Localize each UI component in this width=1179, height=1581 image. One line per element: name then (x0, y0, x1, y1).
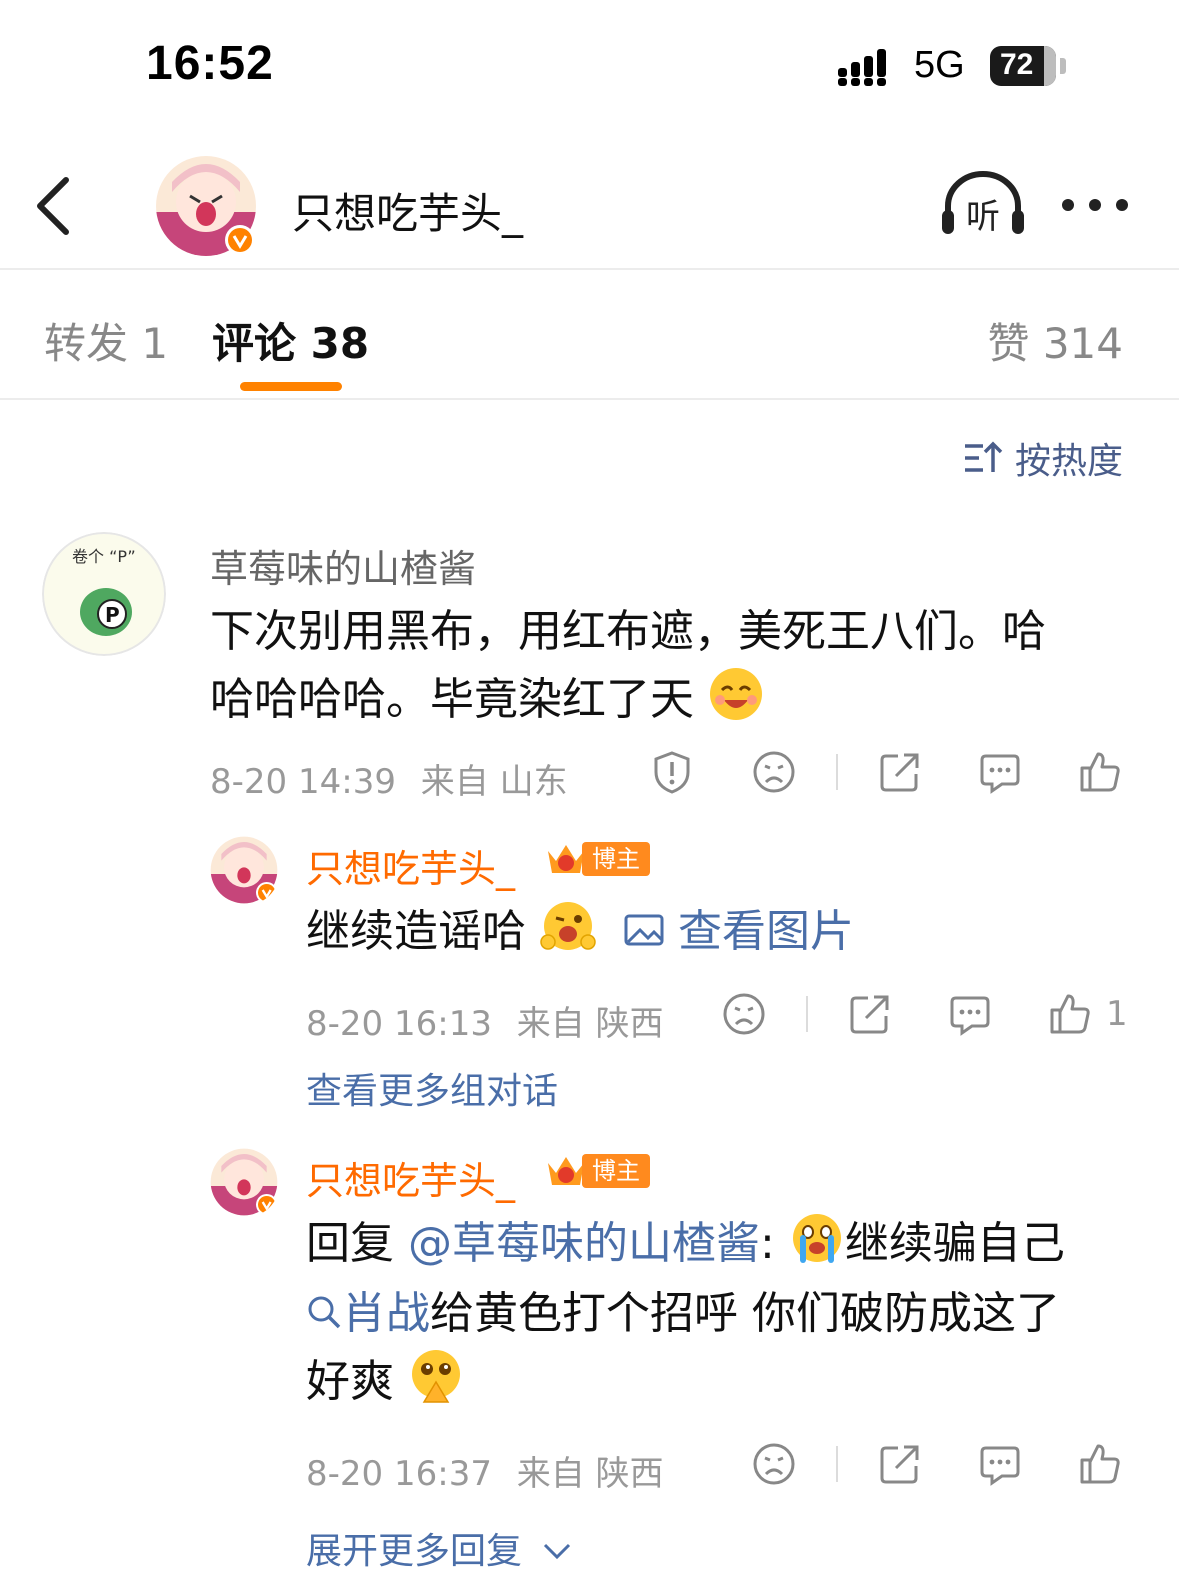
more-options-icon[interactable] (1060, 190, 1130, 220)
author-avatar[interactable] (152, 152, 260, 260)
reply-comment-icon[interactable] (978, 1442, 1022, 1486)
tab-comment[interactable]: 评论 38 (212, 310, 369, 371)
comment-text-part: 好爽 (306, 1356, 394, 1407)
reply-colon: : (760, 1218, 775, 1269)
comment-text-line: 下次别用黑布，用红布遮，美死王八们。哈 (210, 606, 1046, 657)
crying-emoji-icon (792, 1214, 841, 1263)
blogger-badge: 博主 (544, 840, 650, 878)
battery-level: 72 (1000, 48, 1034, 81)
status-bar: 16:52 5G 72 (0, 0, 1179, 120)
search-icon (308, 1296, 341, 1329)
sort-label: 按热度 (1014, 441, 1123, 482)
view-image-link[interactable]: 查看图片 (624, 906, 854, 957)
dislike-face-icon[interactable] (722, 992, 766, 1036)
comment-time: 8-20 16:37 (306, 1454, 492, 1494)
like-thumb-icon[interactable] (1078, 1442, 1122, 1486)
share-icon[interactable] (878, 750, 922, 794)
svg-text:P: P (105, 603, 120, 627)
tab-like[interactable]: 赞 314 (987, 310, 1123, 371)
grin-emoji-icon (710, 668, 762, 720)
avatar[interactable] (208, 834, 280, 906)
mention-link[interactable]: @草莓味的山楂酱 (408, 1218, 760, 1269)
comment-username[interactable]: 草莓味的山楂酱 (210, 538, 476, 593)
comment-actions (650, 750, 1122, 794)
active-tab-indicator (240, 382, 342, 391)
topic-label: 肖战 (342, 1288, 430, 1339)
divider (806, 996, 808, 1032)
author-name[interactable]: 只想吃芋头_ (292, 180, 523, 241)
listen-label: 听 (966, 197, 1000, 237)
comment-text-line: 回复 @草莓味的山楂酱: 继续骗自己 (306, 1210, 1065, 1278)
divider (836, 1446, 838, 1482)
tab-repost[interactable]: 转发 1 (44, 310, 168, 371)
dislike-face-icon[interactable] (752, 750, 796, 794)
view-more-conversation-link[interactable]: 查看更多组对话 (306, 1062, 558, 1114)
battery-tip (1060, 58, 1066, 74)
image-icon (624, 914, 664, 946)
topic-search-link[interactable]: 肖战 (306, 1288, 430, 1339)
comment-text-line: 肖战给黄色打个招呼 你们破防成这了 (306, 1280, 1060, 1348)
comment-actions (752, 1442, 1122, 1486)
dislike-face-icon[interactable] (752, 1442, 796, 1486)
badge-label: 博主 (582, 842, 650, 876)
avatar[interactable]: 卷个 “P” P (42, 532, 166, 656)
pleading-emoji-icon (412, 1350, 460, 1403)
comment-meta: 8-20 16:37 来自 陕西 (306, 1446, 664, 1495)
wink-hands-emoji-icon (540, 902, 596, 950)
battery-icon: 72 (990, 46, 1056, 86)
comment-location: 来自 陕西 (516, 1004, 664, 1044)
comment-text-part: 哈哈哈哈。毕竟染红了天 (210, 674, 694, 725)
status-time: 16:52 (146, 37, 274, 90)
comment-time: 8-20 16:13 (306, 1004, 492, 1044)
expand-more-label: 展开更多回复 (306, 1531, 523, 1572)
comment-username[interactable]: 只想吃芋头_ (306, 1150, 515, 1205)
chevron-down-icon (544, 1543, 571, 1560)
comment-text-line: 好爽 (306, 1348, 464, 1416)
comment-actions: 1 (722, 992, 1128, 1036)
avatar-text: 卷个 “P” (72, 547, 136, 566)
headphone-listen-icon[interactable]: 听 (938, 170, 1028, 240)
like-count: 1 (1106, 994, 1128, 1034)
back-arrow-icon[interactable] (30, 174, 80, 238)
comment-time: 8-20 14:39 (210, 762, 396, 802)
tab-bar: 转发 1 评论 38 赞 314 (0, 272, 1179, 400)
comment-text-line: 哈哈哈哈。毕竟染红了天 (210, 666, 764, 734)
reply-text: 继续骗自己 (844, 1218, 1065, 1269)
expand-more-replies-link[interactable]: 展开更多回复 (306, 1522, 573, 1574)
comment-meta: 8-20 16:13 来自 陕西 (306, 996, 664, 1045)
blogger-badge: 博主 (544, 1152, 650, 1190)
share-icon[interactable] (878, 1442, 922, 1486)
reply-comment-icon[interactable] (948, 992, 992, 1036)
badge-label: 博主 (582, 1154, 650, 1188)
comment-text-line: 继续造谣哈 查看图片 (306, 898, 854, 966)
post-header: 只想吃芋头_ 听 (0, 140, 1179, 270)
like-thumb-icon[interactable] (1078, 750, 1122, 794)
comment-meta: 8-20 14:39 来自 山东 (210, 754, 568, 803)
divider (836, 754, 838, 790)
reply-prefix: 回复 (306, 1218, 408, 1269)
comment-text-part: 继续造谣哈 (306, 906, 526, 957)
share-icon[interactable] (848, 992, 892, 1036)
comment-username[interactable]: 只想吃芋头_ (306, 838, 515, 893)
comment-text-part: 给黄色打个招呼 你们破防成这了 (430, 1288, 1060, 1339)
network-type: 5G (914, 44, 965, 86)
signal-icon (838, 49, 886, 86)
avatar[interactable] (208, 1146, 280, 1218)
view-image-label: 查看图片 (678, 906, 854, 957)
sort-button[interactable]: 按热度 (963, 432, 1123, 484)
reply-comment-icon[interactable] (978, 750, 1022, 794)
comment-location: 来自 陕西 (516, 1454, 664, 1494)
report-shield-icon[interactable] (650, 750, 694, 794)
like-thumb-icon[interactable] (1048, 992, 1092, 1036)
comment-location: 来自 山东 (420, 762, 568, 802)
sort-icon (964, 441, 1003, 472)
